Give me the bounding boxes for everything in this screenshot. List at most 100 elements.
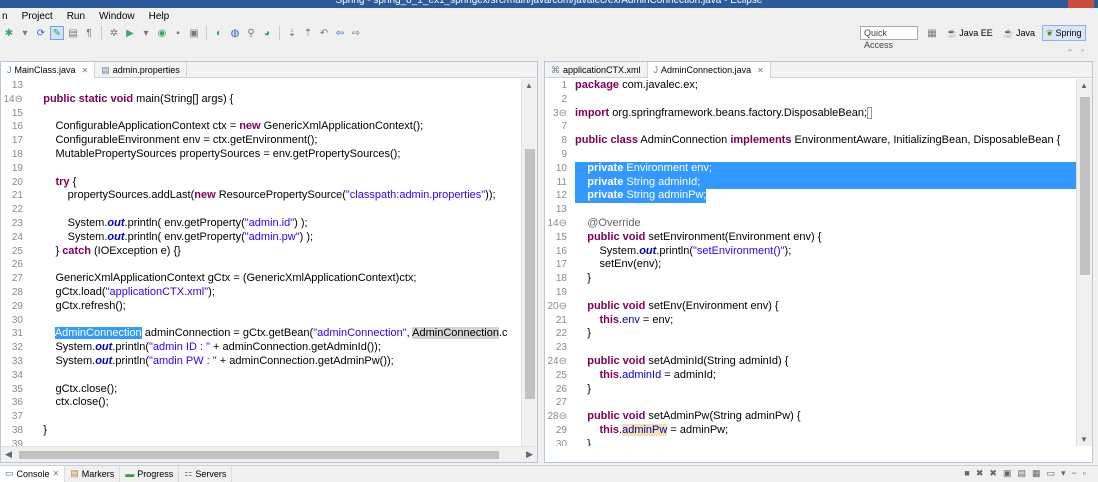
code-line[interactable]: 15 public void setEnvironment(Environmen… xyxy=(545,231,1076,245)
scroll-down-icon[interactable]: ▼ xyxy=(1080,435,1088,444)
toggle-mark-occurrences-icon[interactable]: ✎ xyxy=(50,26,64,40)
menu-item-n[interactable]: n xyxy=(0,11,10,22)
run-dropdown-icon[interactable]: ▾ xyxy=(139,26,153,40)
scroll-up-icon[interactable]: ▲ xyxy=(1080,81,1088,90)
menu-item-window[interactable]: Window xyxy=(97,11,137,22)
code-line[interactable]: 31 AdminConnection adminConnection = gCt… xyxy=(1,327,521,341)
tab-admin-properties[interactable]: ▤ admin.properties xyxy=(95,62,187,78)
code-line[interactable]: 18 } xyxy=(545,272,1076,286)
code-line[interactable]: 21 this.env = env; xyxy=(545,314,1076,328)
code-line[interactable]: 3⊖ import org.springframework.beans.facto… xyxy=(545,106,1076,121)
back-icon[interactable]: ⇦ xyxy=(333,26,347,40)
code-line[interactable]: 22 xyxy=(1,203,521,217)
code-line[interactable]: 10 private Environment env; xyxy=(545,161,1076,176)
code-line[interactable]: 25 this.adminId = adminId; xyxy=(545,369,1076,383)
code-line[interactable]: 23 System.out.println( env.getProperty("… xyxy=(1,217,521,231)
pin-console-icon[interactable]: ▦ xyxy=(1032,468,1047,478)
code-line[interactable]: 13 xyxy=(1,79,521,93)
tab-mainclass-java[interactable]: J MainClass.java ✕ xyxy=(1,62,96,78)
perspective-java-ee[interactable]: ☕ Java EE xyxy=(943,25,996,41)
code-line[interactable]: 2 xyxy=(545,93,1076,107)
word-wrap-icon[interactable]: ▤ xyxy=(1017,468,1032,478)
next-annotation-icon[interactable]: ⇣ xyxy=(285,26,299,40)
tab-markers[interactable]: ▤ Markers xyxy=(65,465,121,482)
tab-applicationctx-xml[interactable]: ⌘ applicationCTX.xml xyxy=(545,62,648,78)
close-button[interactable] xyxy=(1068,0,1094,8)
perspective-spring[interactable]: ❦ Spring xyxy=(1041,25,1086,41)
spring-bean-icon[interactable]: ◕ xyxy=(260,26,274,40)
code-line[interactable]: 29 gCtx.refresh(); xyxy=(1,300,521,314)
quick-access-input[interactable]: Quick Access xyxy=(860,26,918,50)
scrollbar-thumb[interactable] xyxy=(525,149,535,399)
code-line[interactable]: 28⊖ public void setAdminPw(String adminP… xyxy=(545,410,1076,424)
code-line[interactable]: 22 } xyxy=(545,327,1076,341)
code-line[interactable]: 33 System.out.println("amdin PW : " + ad… xyxy=(1,355,521,369)
code-line[interactable]: 23 xyxy=(545,341,1076,355)
coverage-icon[interactable]: ◉ xyxy=(155,26,169,40)
scroll-right-icon[interactable]: ▶ xyxy=(526,449,533,460)
forward-icon[interactable]: ⇨ xyxy=(349,26,363,40)
maximize-button[interactable] xyxy=(1036,0,1062,8)
run-icon[interactable]: ▶ xyxy=(123,26,137,40)
minimize-view-icon[interactable]: − xyxy=(1068,45,1081,55)
code-line[interactable]: 12 private String adminPw; xyxy=(545,189,1076,204)
code-line[interactable]: 17 setEnv(env); xyxy=(545,258,1076,272)
code-line[interactable]: 25 } catch (IOException e) {} xyxy=(1,245,521,259)
open-perspective-icon[interactable]: ◍ xyxy=(228,26,242,40)
new-project-icon[interactable]: ✱ xyxy=(2,26,16,40)
code-line[interactable]: 27 xyxy=(545,396,1076,410)
code-line[interactable]: 19 xyxy=(1,162,521,176)
debug-icon[interactable]: ✲ xyxy=(107,26,121,40)
code-line[interactable]: 30 } xyxy=(545,438,1076,446)
code-area[interactable]: 13 14⊖ public static void main(String[] a… xyxy=(1,79,521,446)
tab-progress[interactable]: ▬ Progress xyxy=(120,465,180,482)
scrollbar-thumb[interactable] xyxy=(19,451,499,459)
code-line[interactable]: 19 xyxy=(545,286,1076,300)
code-line[interactable]: 14⊖ @Override xyxy=(545,217,1076,231)
menu-item-run[interactable]: Run xyxy=(65,11,87,22)
code-line[interactable]: 8 public class AdminConnection implements… xyxy=(545,134,1076,148)
code-line[interactable]: 18 MutablePropertySources propertySource… xyxy=(1,148,521,162)
code-line[interactable]: 17 ConfigurableEnvironment env = ctx.get… xyxy=(1,134,521,148)
new-dropdown-icon[interactable]: ▾ xyxy=(18,26,32,40)
code-line[interactable]: 24 System.out.println( env.getProperty("… xyxy=(1,231,521,245)
code-line[interactable]: 15 xyxy=(1,107,521,121)
maximize-view-icon[interactable]: ▫ xyxy=(1083,468,1092,478)
horizontal-scrollbar[interactable]: ◀ ▶ xyxy=(1,446,537,462)
code-line[interactable]: 39 xyxy=(1,438,521,446)
code-line[interactable]: 24⊖ public void setAdminId(String adminI… xyxy=(545,355,1076,369)
vertical-scrollbar[interactable]: ▲ ▼ xyxy=(1076,79,1092,446)
perspective-java[interactable]: ☕ Java xyxy=(1000,25,1038,41)
close-icon[interactable]: ✕ xyxy=(757,66,764,75)
code-line[interactable]: 16 System.out.println("setEnvironment()"… xyxy=(545,245,1076,259)
open-perspective-icon[interactable]: ▦ xyxy=(925,26,939,40)
code-line[interactable]: 26 xyxy=(1,258,521,272)
scroll-lock-icon[interactable]: ▣ xyxy=(1003,468,1018,478)
tab-adminconnection-java[interactable]: J AdminConnection.java ✕ xyxy=(647,62,771,78)
minimize-button[interactable] xyxy=(1004,0,1030,8)
close-icon[interactable]: ✕ xyxy=(53,469,60,478)
code-line[interactable]: 28 gCtx.load("applicationCTX.xml"); xyxy=(1,286,521,300)
vertical-scrollbar[interactable]: ▲ xyxy=(521,79,537,446)
code-line[interactable]: 14⊖ public static void main(String[] arg… xyxy=(1,93,521,107)
code-line[interactable]: 1 package com.javalec.ex; xyxy=(545,79,1076,93)
minimize-view-icon[interactable]: − xyxy=(1072,468,1083,478)
remove-launch-icon[interactable]: ✖ xyxy=(976,468,990,478)
tab-console[interactable]: ▭ Console ✕ xyxy=(0,465,66,482)
display-console-icon[interactable]: ▭ xyxy=(1046,468,1061,478)
tab-servers[interactable]: ⚏ Servers xyxy=(179,465,233,482)
block-selection-icon[interactable]: ▤ xyxy=(66,26,80,40)
open-type-icon[interactable]: ⟳ xyxy=(34,26,48,40)
new-java-class-icon[interactable]: ◐ xyxy=(212,26,226,40)
prev-annotation-icon[interactable]: ⇡ xyxy=(301,26,315,40)
code-line[interactable]: 9 xyxy=(545,148,1076,162)
terminate-icon[interactable]: ■ xyxy=(964,468,975,478)
scroll-up-icon[interactable]: ▲ xyxy=(525,81,533,90)
code-line[interactable]: 21 propertySources.addLast(new ResourceP… xyxy=(1,189,521,203)
code-line[interactable]: 27 GenericXmlApplicationContext gCtx = (… xyxy=(1,272,521,286)
maximize-view-icon[interactable]: ▫ xyxy=(1081,45,1092,55)
close-icon[interactable]: ✕ xyxy=(82,66,89,75)
code-line[interactable]: 20⊖ public void setEnv(Environment env) … xyxy=(545,300,1076,314)
code-line[interactable]: 35 gCtx.close(); xyxy=(1,383,521,397)
code-line[interactable]: 13 xyxy=(545,203,1076,217)
